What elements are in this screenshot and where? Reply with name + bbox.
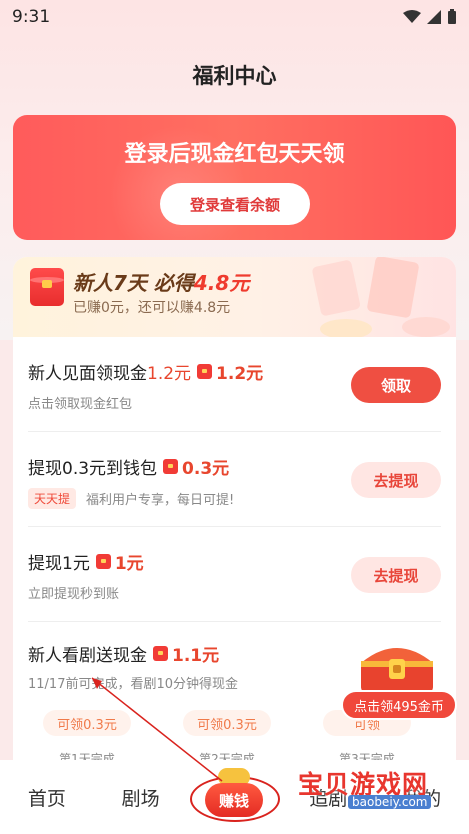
task-item-withdraw-0.3: 提现0.3元到钱包 0.3元 天天提 福利用户专享，每日可提! 去提现 — [28, 432, 441, 527]
status-icons — [403, 9, 457, 25]
task-subtitle: 立即提现秒到账 — [28, 583, 119, 602]
day-1-reward-chip[interactable]: 可领0.3元 — [43, 710, 131, 736]
signal-icon — [427, 10, 441, 24]
task-title: 新人看剧送现金 1.1元 — [28, 641, 219, 666]
task-title: 提现1元 1元 — [28, 549, 144, 574]
task-item-welcome-cash: 新人见面领现金 1.2元 1.2元 点击领取现金红包 领取 — [28, 337, 441, 432]
task-reward: 0.3元 — [182, 459, 230, 479]
claim-coins-button[interactable]: 点击领495金币 — [341, 690, 457, 720]
task-title-text: 新人见面领现金 — [28, 364, 147, 384]
tab-theater[interactable]: 剧场 — [101, 784, 181, 811]
promo-title-amount: 4.8元 — [193, 271, 250, 295]
tab-earn[interactable]: 赚钱 — [205, 783, 263, 817]
status-time: 9:31 — [12, 7, 51, 27]
red-envelope-icon — [95, 554, 111, 569]
task-cash-amount: 1.2元 — [147, 364, 192, 384]
task-reward: 1.2元 — [216, 364, 264, 384]
task-subtitle-text: 福利用户专享，每日可提! — [86, 493, 235, 508]
day-2-reward-chip[interactable]: 可领0.3元 — [183, 710, 271, 736]
watermark-url: baobeiy.com — [348, 795, 432, 809]
login-card: 登录后现金红包天天领 登录查看余额 — [13, 115, 456, 240]
battery-icon — [448, 9, 456, 24]
task-item-withdraw-1: 提现1元 1元 立即提现秒到账 去提现 — [28, 527, 441, 622]
withdraw-button[interactable]: 去提现 — [351, 557, 441, 593]
task-subtitle: 天天提 福利用户专享，每日可提! — [28, 488, 234, 509]
claim-button[interactable]: 领取 — [351, 367, 441, 403]
login-check-balance-button[interactable]: 登录查看余额 — [160, 183, 310, 225]
task-reward: 1.1元 — [172, 646, 220, 666]
red-envelope-icon — [163, 459, 179, 474]
red-envelopes-decoration-icon — [312, 257, 450, 337]
daily-withdraw-tag: 天天提 — [28, 488, 77, 509]
task-title-text: 新人看剧送现金 — [28, 646, 147, 666]
wifi-icon — [403, 10, 421, 23]
newbie-promo-header: 新人7天 必得4.8元 已赚0元，还可以赚4.8元 — [13, 257, 456, 337]
status-bar: 9:31 — [0, 0, 469, 34]
tab-home[interactable]: 首页 — [7, 784, 87, 811]
promo-title-prefix: 新人7天 必得 — [73, 271, 194, 295]
red-envelope-icon — [30, 268, 64, 306]
promo-title: 新人7天 必得4.8元 — [73, 267, 249, 296]
task-subtitle: 11/17前可完成，看剧10分钟得现金 — [28, 677, 239, 692]
task-title: 提现0.3元到钱包 0.3元 — [28, 454, 229, 479]
task-subtitle-text: 点击领取现金红包 — [28, 397, 133, 412]
task-subtitle-text: 立即提现秒到账 — [28, 587, 120, 602]
task-subtitle: 点击领取现金红包 — [28, 393, 132, 412]
login-card-title: 登录后现金红包天天领 — [124, 142, 345, 167]
task-title: 新人见面领现金 1.2元 1.2元 — [28, 359, 263, 384]
task-title-text: 提现1元 — [28, 554, 90, 574]
task-title-text: 提现0.3元到钱包 — [28, 459, 158, 479]
task-reward: 1元 — [114, 554, 144, 574]
page-title: 福利中心 — [192, 64, 277, 88]
promo-subtitle: 已赚0元，还可以赚4.8元 — [73, 300, 231, 316]
withdraw-button[interactable]: 去提现 — [351, 462, 441, 498]
red-envelope-icon — [197, 364, 213, 379]
red-envelope-icon — [153, 646, 168, 661]
